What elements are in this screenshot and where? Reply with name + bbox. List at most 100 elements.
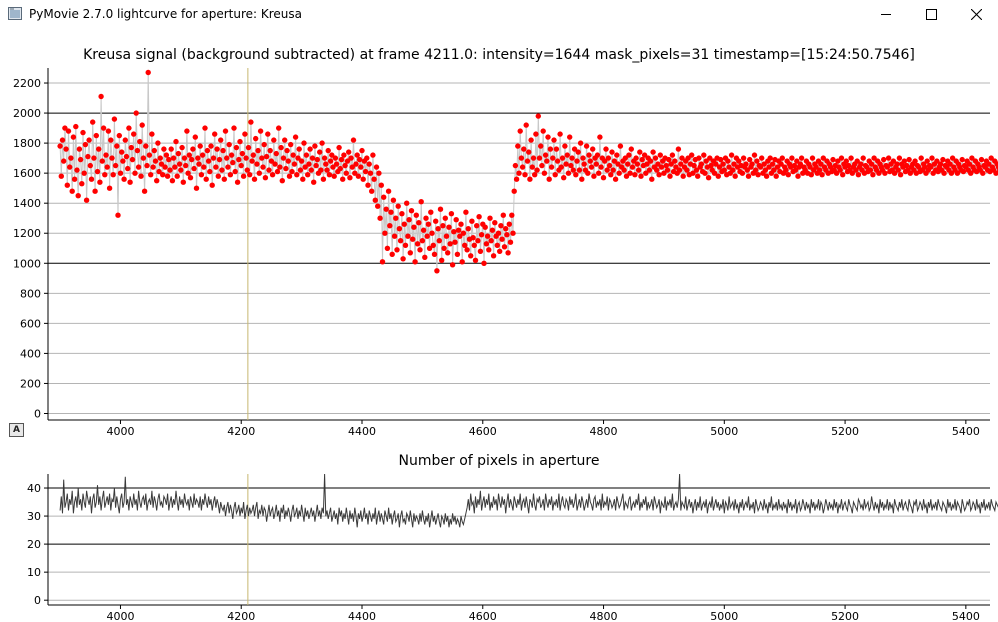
data-point <box>105 128 112 134</box>
data-point <box>530 155 537 161</box>
data-point <box>526 149 532 155</box>
data-point <box>197 143 203 149</box>
data-point <box>257 128 264 134</box>
data-point <box>387 223 393 229</box>
x-tick-label: 4800 <box>590 610 618 622</box>
data-point <box>276 125 282 131</box>
data-point <box>294 172 300 178</box>
data-point <box>336 144 342 151</box>
data-point <box>102 172 108 178</box>
data-point <box>487 215 493 221</box>
data-point <box>416 220 422 226</box>
data-point <box>906 156 912 163</box>
data-point <box>167 167 173 173</box>
plot-area[interactable]: 0200400600800100012001400160018002000220… <box>0 0 998 622</box>
data-point <box>420 227 427 233</box>
data-point <box>307 146 313 152</box>
data-point <box>929 155 935 161</box>
data-point <box>848 155 854 161</box>
data-point <box>449 262 456 268</box>
data-point <box>705 175 712 181</box>
data-point <box>273 150 279 157</box>
data-point <box>248 119 254 125</box>
data-point <box>959 156 965 163</box>
data-point <box>626 152 632 158</box>
data-point <box>475 238 481 244</box>
data-point <box>650 149 656 155</box>
data-point <box>67 164 73 170</box>
data-point <box>498 223 504 229</box>
data-point <box>798 155 805 161</box>
data-point <box>672 158 678 164</box>
data-point <box>288 141 294 148</box>
data-point <box>721 167 727 173</box>
data-point <box>291 161 298 167</box>
data-point <box>417 247 423 253</box>
data-point <box>575 149 581 155</box>
data-point <box>702 170 708 176</box>
data-point <box>646 167 653 173</box>
data-point <box>203 176 209 182</box>
data-point <box>208 143 214 149</box>
data-point <box>591 173 597 179</box>
data-point <box>99 158 106 164</box>
data-point <box>684 167 690 173</box>
data-point <box>521 146 527 152</box>
data-point <box>232 168 238 175</box>
data-point <box>327 158 334 164</box>
data-point <box>637 149 643 155</box>
data-point <box>594 152 601 158</box>
data-point <box>143 143 149 149</box>
data-point <box>333 161 340 167</box>
data-point <box>464 247 470 253</box>
data-point <box>283 165 289 172</box>
data-point <box>298 158 305 164</box>
data-point <box>608 172 614 178</box>
data-point <box>612 176 619 182</box>
data-point <box>187 175 194 181</box>
data-point <box>146 152 153 158</box>
data-point <box>753 167 759 173</box>
data-point <box>63 146 69 152</box>
data-point <box>215 173 221 179</box>
data-point <box>390 197 397 203</box>
data-point <box>439 257 445 263</box>
data-point <box>838 155 845 161</box>
data-point <box>191 165 197 172</box>
data-point <box>174 173 180 179</box>
data-point <box>383 206 389 212</box>
data-point <box>558 164 564 170</box>
data-point <box>472 257 479 263</box>
x-tick-label: 5200 <box>831 425 859 438</box>
auto-range-button[interactable]: A <box>9 423 24 437</box>
data-point <box>399 211 405 217</box>
data-point <box>245 144 252 151</box>
data-point <box>359 147 365 154</box>
data-point <box>320 176 327 182</box>
data-point <box>588 164 595 170</box>
signal-plot[interactable]: 0 200 400 600 800 1000 1200 1400 1600 1800 2000 220… <box>13 68 998 438</box>
data-point <box>469 218 475 224</box>
data-point <box>494 242 500 248</box>
data-point <box>401 221 407 227</box>
data-point <box>192 134 198 140</box>
data-point <box>311 179 317 185</box>
data-point <box>372 197 378 203</box>
data-point <box>179 144 185 151</box>
y-tick-label: 30 <box>27 510 41 523</box>
pixels-plot[interactable]: 0 10 20 30 40 4000 4200 4400 4600 4800 5000 5200 540… <box>27 473 998 622</box>
data-point <box>125 165 131 172</box>
data-point <box>233 144 240 151</box>
data-point <box>297 167 304 173</box>
data-point <box>495 230 502 236</box>
data-point <box>100 125 107 131</box>
data-point <box>423 215 429 221</box>
data-point <box>96 146 102 152</box>
data-point <box>745 173 752 179</box>
data-point <box>346 149 352 155</box>
data-point <box>166 156 172 163</box>
data-point <box>73 123 79 130</box>
data-point <box>326 172 333 178</box>
data-point <box>627 170 633 176</box>
data-point <box>490 253 497 259</box>
